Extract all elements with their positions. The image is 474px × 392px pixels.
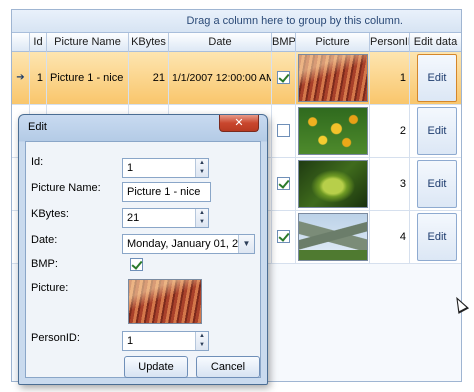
cell-id[interactable]: 1 bbox=[30, 52, 47, 104]
cell-kbytes[interactable]: 21 bbox=[129, 52, 169, 104]
cell-person-id[interactable]: 1 bbox=[370, 52, 410, 104]
column-header-edit-data[interactable]: Edit data bbox=[410, 33, 461, 52]
edit-button[interactable]: Edit bbox=[417, 54, 457, 102]
cell-edit: Edit bbox=[410, 158, 461, 210]
person-id-label: PersonID: bbox=[31, 332, 80, 344]
picture-name-value: Picture 1 - nice bbox=[127, 186, 201, 198]
picture-name-label: Picture Name: bbox=[31, 182, 101, 194]
mountain-landscape-image bbox=[298, 213, 368, 261]
green-plant-image bbox=[298, 160, 368, 208]
cell-edit: Edit bbox=[410, 52, 461, 104]
cancel-button[interactable]: Cancel bbox=[196, 356, 260, 378]
id-field[interactable]: 1 ▲ ▼ bbox=[122, 158, 209, 178]
yellow-flowers-image bbox=[298, 107, 368, 155]
kbytes-value: 21 bbox=[127, 212, 140, 224]
dialog-title: Edit bbox=[28, 121, 47, 133]
edit-button[interactable]: Edit bbox=[417, 160, 457, 208]
bmp-checkbox[interactable] bbox=[130, 258, 143, 271]
bmp-checkbox[interactable] bbox=[276, 177, 290, 190]
wheat-field-image bbox=[298, 54, 368, 102]
edit-button[interactable]: Edit bbox=[417, 107, 457, 155]
person-id-field[interactable]: 1 ▲ ▼ bbox=[122, 331, 209, 351]
spin-up-down-icon[interactable]: ▲ ▼ bbox=[195, 332, 208, 350]
right-arrow-icon: ➔ bbox=[12, 52, 30, 104]
column-header-row: Id Picture Name KBytes Date BMP Picture … bbox=[12, 33, 461, 52]
spin-up-down-icon[interactable]: ▲ ▼ bbox=[195, 209, 208, 227]
cell-picture[interactable] bbox=[296, 158, 370, 210]
cell-bmp[interactable] bbox=[272, 105, 296, 157]
person-id-value: 1 bbox=[127, 335, 134, 347]
spin-up-down-icon[interactable]: ▲ ▼ bbox=[195, 159, 208, 177]
close-icon[interactable]: ✕ bbox=[219, 115, 259, 132]
cell-bmp[interactable] bbox=[272, 52, 296, 104]
bmp-checkbox[interactable] bbox=[276, 230, 290, 243]
picture-name-field[interactable]: Picture 1 - nice bbox=[122, 182, 211, 202]
date-value: Monday, January 01, 2007 bbox=[127, 238, 255, 250]
cell-person-id[interactable]: 2 bbox=[370, 105, 410, 157]
group-by-panel[interactable]: Drag a column here to group by this colu… bbox=[12, 10, 461, 33]
cell-picture[interactable] bbox=[296, 52, 370, 104]
cell-bmp[interactable] bbox=[272, 158, 296, 210]
cell-picture-name[interactable]: Picture 1 - nice bbox=[47, 52, 129, 104]
edit-dialog: Edit ✕ Id: 1 ▲ ▼ Picture Name: Picture 1 … bbox=[18, 114, 268, 385]
bmp-label: BMP: bbox=[31, 258, 58, 270]
cell-person-id[interactable]: 4 bbox=[370, 211, 410, 263]
id-value: 1 bbox=[127, 162, 134, 174]
cell-picture[interactable] bbox=[296, 105, 370, 157]
date-picker[interactable]: Monday, January 01, 2007 ▼ bbox=[122, 234, 255, 254]
column-header-picture-name[interactable]: Picture Name bbox=[47, 33, 129, 52]
dialog-body: Id: 1 ▲ ▼ Picture Name: Picture 1 - nice … bbox=[25, 141, 261, 378]
wheat-field-image bbox=[128, 279, 202, 324]
cell-date[interactable]: 1/1/2007 12:00:00 AM bbox=[169, 52, 272, 104]
picture-label: Picture: bbox=[31, 282, 69, 294]
column-header-id[interactable]: Id bbox=[30, 33, 47, 52]
cell-person-id[interactable]: 3 bbox=[370, 158, 410, 210]
cell-picture[interactable] bbox=[296, 211, 370, 263]
column-header-kbytes[interactable]: KBytes bbox=[129, 33, 169, 52]
column-header-bmp[interactable]: BMP bbox=[272, 33, 296, 52]
header-indicator-cell bbox=[12, 33, 30, 52]
edit-button[interactable]: Edit bbox=[417, 213, 457, 261]
bmp-checkbox[interactable] bbox=[276, 71, 290, 84]
group-panel-text: Drag a column here to group by this colu… bbox=[186, 15, 403, 27]
update-button[interactable]: Update bbox=[124, 356, 188, 378]
column-header-picture[interactable]: Picture bbox=[296, 33, 370, 52]
column-header-date[interactable]: Date bbox=[169, 33, 272, 52]
id-label: Id: bbox=[31, 156, 44, 168]
chevron-down-icon[interactable]: ▼ bbox=[238, 235, 254, 253]
table-row[interactable]: ➔ 1 Picture 1 - nice 21 1/1/2007 12:00:0… bbox=[12, 52, 461, 105]
cell-edit: Edit bbox=[410, 211, 461, 263]
bmp-checkbox[interactable] bbox=[276, 124, 290, 137]
kbytes-label: KBytes: bbox=[31, 208, 69, 220]
cell-bmp[interactable] bbox=[272, 211, 296, 263]
column-header-person-id[interactable]: PersonID bbox=[370, 33, 410, 52]
date-label: Date: bbox=[31, 234, 58, 246]
cell-edit: Edit bbox=[410, 105, 461, 157]
kbytes-field[interactable]: 21 ▲ ▼ bbox=[122, 208, 209, 228]
